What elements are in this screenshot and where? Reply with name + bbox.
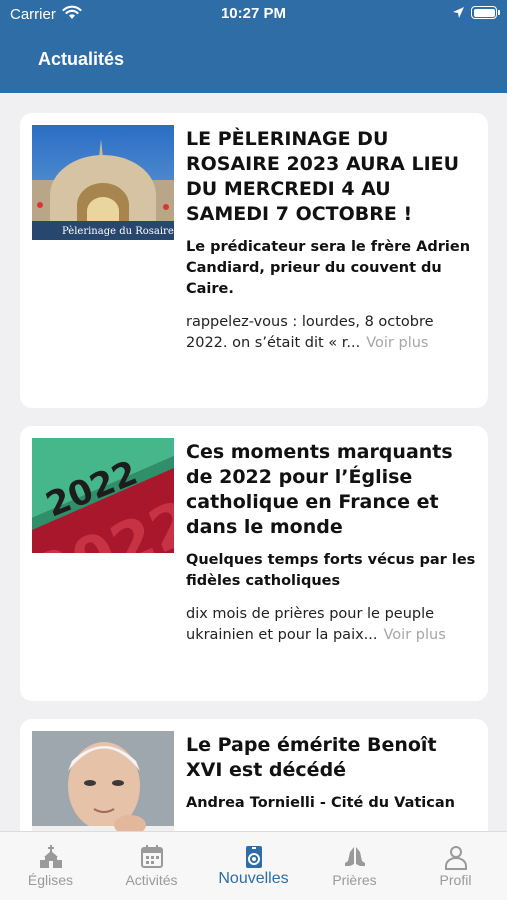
article-subtitle: Le prédicateur sera le frère Adrien Cand… — [186, 239, 471, 297]
tab-bar: Églises Activités Nouvelles Prières Prof… — [0, 831, 507, 900]
tab-eglises[interactable]: Églises — [0, 832, 101, 900]
article-excerpt: dix mois de prières pour le peuple ukrai… — [186, 604, 476, 646]
article-title[interactable]: LE PÈLERINAGE DU ROSAIRE 2023 AURA LIEU … — [186, 127, 476, 227]
tab-label: Prières — [332, 872, 377, 888]
tab-label: Profil — [439, 872, 472, 888]
news-feed[interactable]: Pèlerinage du Rosaire LE PÈLERINAGE DU R… — [0, 93, 507, 831]
news-icon — [246, 846, 262, 868]
tab-activites[interactable]: Activités — [101, 832, 202, 900]
article-title[interactable]: Ces moments marquants de 2022 pour l’Égl… — [186, 440, 476, 540]
card-body: Ces moments marquants de 2022 pour l’Égl… — [186, 440, 476, 646]
battery-icon — [471, 6, 500, 19]
news-card[interactable]: 2022 2022 Ces moments marquants de 2022 … — [20, 426, 488, 701]
card-body: Le Pape émérite Benoît XVI est décédé An… — [186, 733, 476, 814]
tab-label: Églises — [27, 872, 74, 888]
tab-nouvelles[interactable]: Nouvelles — [203, 832, 304, 900]
article-subtitle: Andrea Tornielli - Cité du Vatican — [186, 795, 455, 811]
tab-profil[interactable]: Profil — [405, 832, 506, 900]
voir-plus-link[interactable]: Voir plus — [384, 627, 446, 643]
card-body: LE PÈLERINAGE DU ROSAIRE 2023 AURA LIEU … — [186, 127, 476, 354]
status-time: 10:27 PM — [220, 5, 287, 22]
image-caption: Pèlerinage du Rosaire — [62, 226, 174, 237]
page-title: Actualités — [38, 49, 125, 69]
location-arrow-icon — [453, 7, 464, 18]
person-icon — [445, 846, 467, 870]
article-excerpt: rappelez-vous : lourdes, 8 octobre 2022.… — [186, 312, 476, 354]
voir-plus-link[interactable]: Voir plus — [366, 335, 428, 351]
article-image: Pèlerinage du Rosaire — [32, 125, 174, 240]
calendar-icon — [141, 845, 163, 868]
article-subtitle: Quelques temps forts vécus par les fidèl… — [186, 552, 476, 589]
nav-header: Carrier 10:27 PM Actualités — [0, 0, 507, 93]
news-card[interactable]: Pèlerinage du Rosaire LE PÈLERINAGE DU R… — [20, 113, 488, 408]
article-image — [32, 731, 174, 831]
praying-hands-icon — [345, 847, 365, 866]
church-icon — [40, 845, 62, 868]
news-card[interactable]: Le Pape émérite Benoît XVI est décédé An… — [20, 719, 488, 831]
tab-label: Nouvelles — [218, 870, 289, 887]
status-bar: Carrier 10:27 PM — [0, 0, 507, 28]
article-image: 2022 2022 — [32, 438, 174, 553]
tab-prieres[interactable]: Prières — [304, 832, 405, 900]
article-title[interactable]: Le Pape émérite Benoît XVI est décédé — [186, 733, 476, 783]
tab-label: Activités — [125, 872, 178, 888]
